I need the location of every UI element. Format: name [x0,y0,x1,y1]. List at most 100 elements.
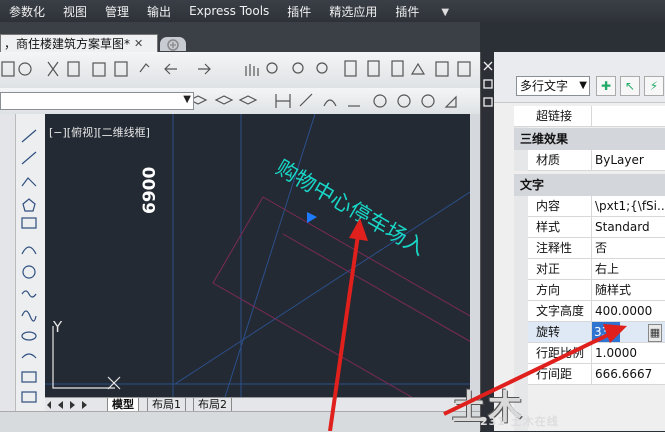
arc-icon [21,246,37,255]
autohide-icon [483,79,493,89]
circle-icon [22,265,36,279]
menu-output[interactable]: 输出 [138,3,180,20]
menu-overflow[interactable]: ▼ [428,4,458,18]
select-objects-button[interactable]: ↖ [620,76,640,96]
ucs-icon [52,326,121,390]
property-key: 内容 [528,196,592,216]
dimension-text: 6900 [140,166,160,214]
property-key: 方向 [528,280,592,300]
viewport-label[interactable]: [−][俯视][二维线框] [49,124,150,140]
open-icon [18,62,32,76]
property-value[interactable]: 1.0000 [592,343,665,363]
document-tab-title: ，商住楼建筑方案草图* [4,37,131,51]
property-value[interactable] [592,106,665,126]
property-row-style[interactable]: 样式 Standard [528,217,665,238]
mtext-bounding-box [212,196,470,397]
close-icon[interactable]: ✕ [134,37,143,50]
paste-icon [92,62,106,77]
jogged-dimension-icon [397,94,411,108]
menu-featured-apps[interactable]: 精选应用 [320,3,386,20]
close-icon [483,61,493,71]
pan-icon [245,64,259,76]
property-row-line-spacing-factor[interactable]: 行距比例 1.0000 [528,343,665,364]
section-3d-effects[interactable]: 三维效果 [514,128,665,150]
property-value[interactable]: 右上 [592,259,665,279]
tool-palette-icon [391,60,404,77]
vertical-scrollbar[interactable] [470,114,480,411]
line-icon [21,129,37,143]
menu-express-tools[interactable]: Express Tools [180,4,278,18]
tab-layout1[interactable]: 布局1 [147,398,186,412]
property-row-line-spacing-distance[interactable]: 行间距 666.6667 [528,364,665,385]
chevron-down-icon: ▼ [183,94,191,105]
property-key: 材质 [528,150,592,170]
property-row-hyperlink[interactable]: 超链接 [514,106,665,127]
menu-view[interactable]: 视图 [54,3,96,20]
undo-icon [164,63,177,75]
property-row-rotation[interactable]: 旋转 330 [528,322,665,343]
palette-menu-icon [483,97,493,107]
property-value[interactable]: 随样式 [592,280,665,300]
layout-nav-arrows[interactable] [47,398,107,412]
section-text[interactable]: 文字 [514,174,665,196]
tab-layout2[interactable]: 布局2 [193,398,232,412]
property-key: 旋转 [528,322,592,342]
standard-toolbar [0,52,480,89]
copy-icon [67,61,80,77]
properties-icon [344,60,357,77]
property-value[interactable]: 666.6667 [592,364,665,384]
property-row-contents[interactable]: 内容 \pxt1;{\fSi... [528,196,665,217]
revision-cloud-icon [21,290,37,298]
chevron-down-icon: ▼ [579,80,587,91]
property-row-material[interactable]: 材质 ByLayer [528,150,665,171]
row-gutter [514,150,528,171]
zoom-previous-icon [316,62,328,74]
document-tab[interactable]: ，商住楼建筑方案草图* ✕ [0,34,158,52]
property-row-annotative[interactable]: 注释性 否 [528,238,665,259]
property-row-direction[interactable]: 方向 随样式 [528,280,665,301]
menu-manage[interactable]: 管理 [96,3,138,20]
calculator-icon[interactable]: ▦ [648,324,662,342]
property-row-justify[interactable]: 对正 右上 [528,259,665,280]
tab-model[interactable]: 模型 [107,398,139,412]
property-value[interactable]: \pxt1;{\fSi... [592,196,665,216]
toggle-pickadd-button[interactable]: ✚ [596,76,616,96]
radius-dimension-icon [373,94,387,108]
layout-tab-bar: 模型 布局1 布局2 [45,397,470,412]
angular-dimension-icon [444,95,457,108]
palette-title-strip[interactable] [480,52,495,431]
menu-parametric[interactable]: 参数化 [0,3,54,20]
cut-icon [47,61,59,77]
property-key: 文字高度 [528,301,592,321]
property-value[interactable]: 否 [592,238,665,258]
property-key: 行间距 [528,364,592,384]
linear-dimension-icon [275,94,291,108]
new-icon [1,61,15,77]
watermark-subtitle: 231 土木在线 [480,415,559,428]
object-type-select[interactable]: 多行文字 ▼ [516,76,590,96]
draw-toolbar [0,114,45,431]
menu-plugins-2[interactable]: 插件 [386,3,428,20]
sheet-set-icon [410,62,426,75]
ellipse-arc-icon [21,353,37,359]
menu-plugins[interactable]: 插件 [278,3,320,20]
property-key: 行距比例 [528,343,592,363]
property-key: 对正 [528,259,592,279]
quick-select-button[interactable]: ⚡ [644,76,664,96]
match-properties-icon [139,63,150,73]
rotation-input[interactable]: 330 [592,322,620,342]
polyline-icon [21,177,37,187]
property-row-text-height[interactable]: 文字高度 400.0000 [528,301,665,322]
dropdown-icon: ▼ [441,7,450,18]
design-center-icon [367,60,380,77]
grip-arrow-icon [307,212,317,223]
property-value[interactable]: Standard [592,217,665,237]
make-block-icon [21,391,37,403]
layer-combo[interactable]: ▼ [0,92,194,110]
new-tab-button[interactable] [160,37,186,51]
property-value[interactable]: ByLayer [592,150,665,170]
layer-previous-icon [238,95,258,105]
object-type-value: 多行文字 [520,79,569,93]
property-value[interactable]: 400.0000 [592,301,665,321]
polygon-icon [22,198,36,212]
